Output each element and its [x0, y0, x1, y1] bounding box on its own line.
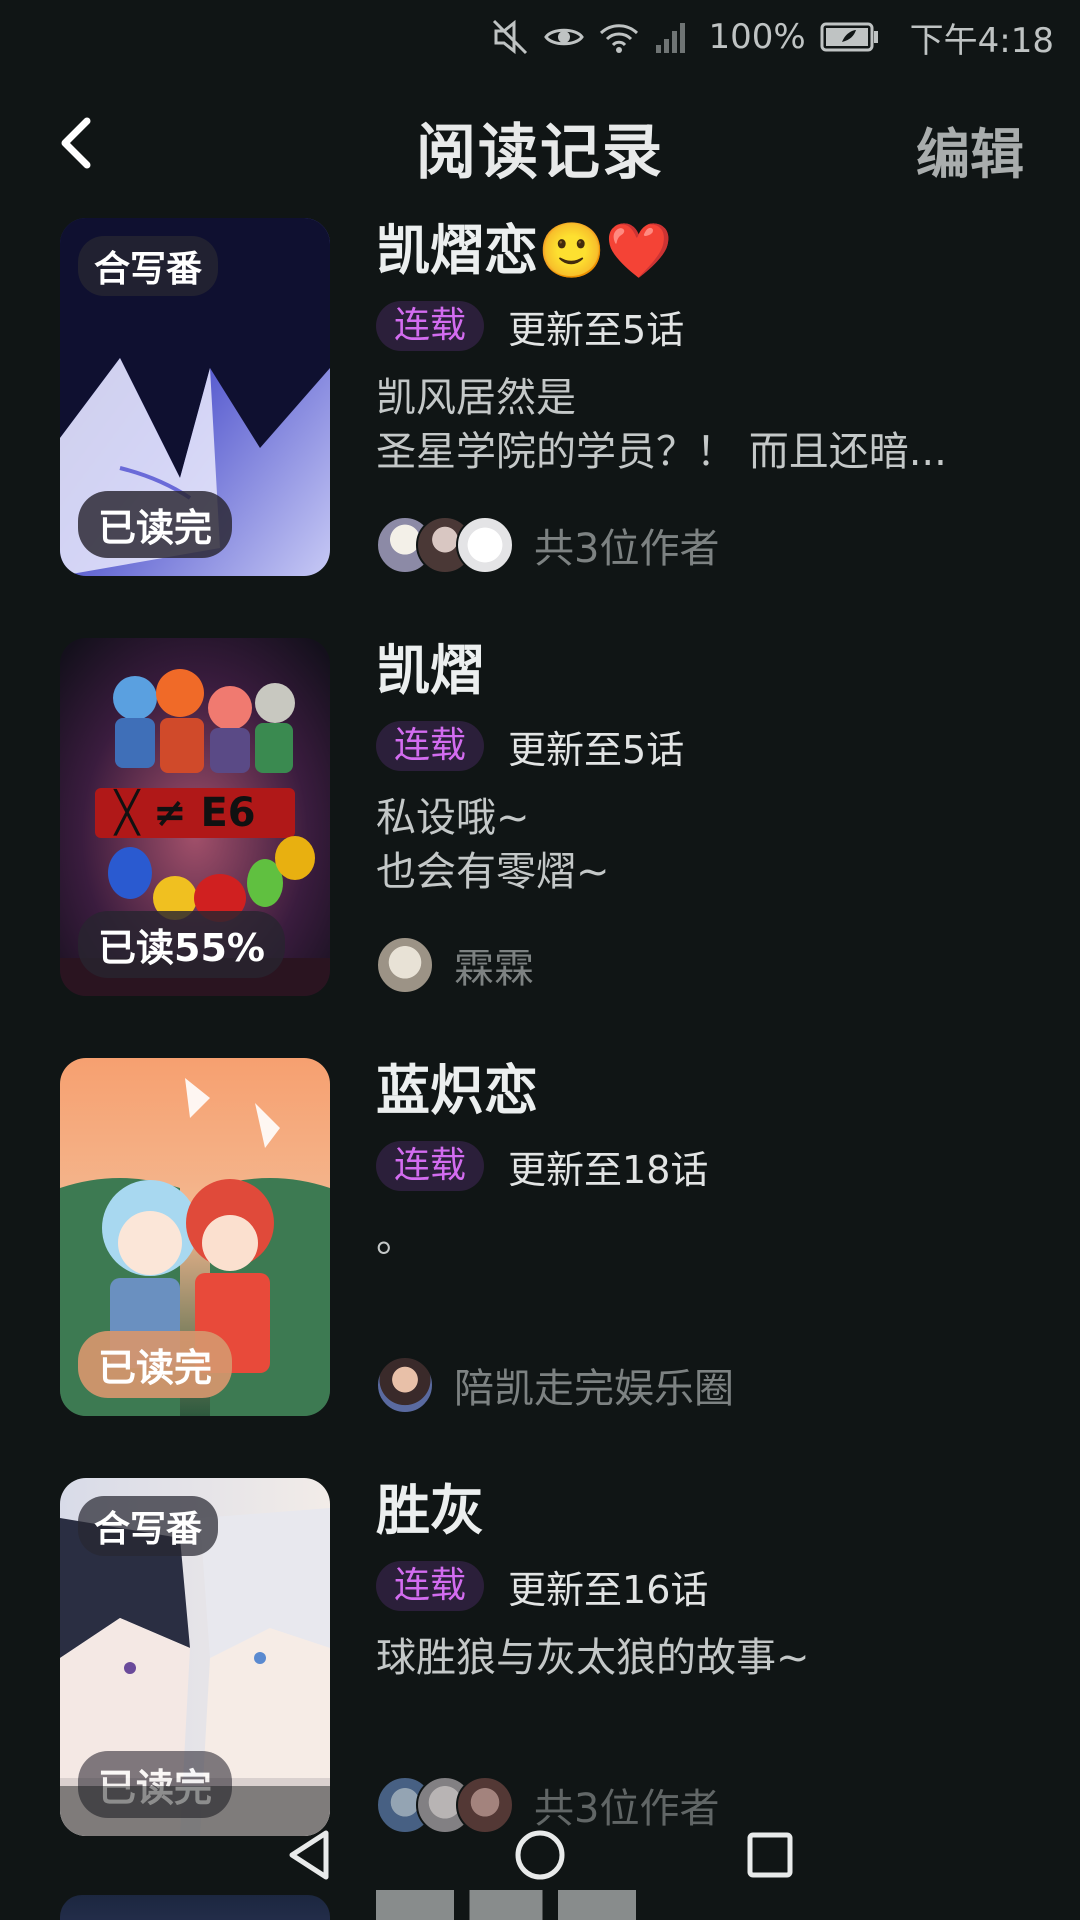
read-progress-badge: 已读55%	[78, 911, 285, 978]
item-info: 凯熠恋🙂❤️ 连载 更新至5话 凯风居然是 圣星学院的学员？！ 而且还暗... …	[376, 215, 1040, 574]
signal-icon	[654, 17, 690, 57]
author-label: 陪凯走完娱乐圈	[454, 1366, 734, 1412]
author-label: 共3位作者	[534, 526, 720, 572]
battery-icon	[820, 20, 880, 54]
author-avatars	[376, 936, 434, 994]
comic-description: 私设哦~ 也会有零熠~	[376, 791, 1040, 899]
item-meta: 连载 更新至5话	[376, 301, 1040, 352]
description-line: 也会有零熠~	[376, 849, 610, 895]
item-meta: 连载 更新至16话	[376, 1561, 1040, 1612]
cover-image[interactable]: 已读完	[60, 1058, 330, 1416]
comic-title: 凯熠	[376, 639, 484, 702]
description-line: 。	[376, 1215, 416, 1261]
triangle-back-icon	[289, 1830, 329, 1880]
comic-title: 胜灰	[376, 1479, 484, 1542]
comic-description: 。	[376, 1211, 1040, 1319]
collab-tag: 合写番	[78, 1496, 219, 1556]
comic-title: 蓝炽恋	[376, 1059, 538, 1122]
author-label: 霖霖	[454, 946, 534, 992]
avatar	[456, 516, 514, 574]
serial-status-badge: 连载	[376, 1141, 485, 1191]
update-progress: 更新至16话	[508, 1567, 709, 1612]
wifi-icon	[598, 17, 640, 57]
list-item[interactable]: 已读完 蓝炽恋 连载 更新至18话 。 陪凯走完娱乐圈	[0, 1055, 1080, 1475]
item-info: 凯熠 连载 更新至5话 私设哦~ 也会有零熠~ 霖霖	[376, 635, 1040, 994]
edit-button[interactable]: 编辑	[916, 110, 1024, 189]
list-item[interactable]: ╳ ≠ E6 已读55% 凯熠 连载 更新至5话 私设哦~ 也会有零熠~ 霖霖	[0, 635, 1080, 1055]
comic-title: 凯熠恋🙂❤️	[376, 219, 673, 282]
list-item[interactable]: 合写番 已读完 凯熠恋🙂❤️ 连载 更新至5话 凯风居然是 圣星学院的学员？！ …	[0, 215, 1080, 635]
system-nav-bar	[0, 1800, 1080, 1910]
item-info: 胜灰 连载 更新至16话 球胜狼与灰太狼的故事~ 共3位作者	[376, 1475, 1040, 1834]
cover-image[interactable]: ╳ ≠ E6 已读55%	[60, 638, 330, 996]
status-bar: 100% 下午4:18	[0, 0, 1080, 74]
nav-recents-button[interactable]	[730, 1815, 810, 1895]
authors-row[interactable]: 陪凯走完娱乐圈	[376, 1355, 734, 1415]
battery-percent: 100%	[708, 17, 806, 57]
avatar	[376, 936, 434, 994]
update-progress: 更新至5话	[508, 727, 685, 772]
authors-row[interactable]: 共3位作者	[376, 515, 719, 575]
comic-description: 球胜狼与灰太狼的故事~	[376, 1631, 1040, 1739]
cover-image[interactable]: 合写番 已读完	[60, 1478, 330, 1836]
clock: 下午4:18	[909, 20, 1054, 61]
eye-icon	[544, 17, 585, 57]
header: 阅读记录 编辑	[0, 82, 1080, 202]
item-meta: 连载 更新至5话	[376, 721, 1040, 772]
update-progress: 更新至5话	[508, 307, 685, 352]
description-line: 球胜狼与灰太狼的故事~	[376, 1635, 810, 1681]
serial-status-badge: 连载	[376, 1561, 485, 1611]
reading-history-list: 合写番 已读完 凯熠恋🙂❤️ 连载 更新至5话 凯风居然是 圣星学院的学员？！ …	[0, 215, 1080, 1895]
circle-home-icon	[515, 1830, 565, 1880]
svg-text:╳ ≠ E6: ╳ ≠ E6	[113, 788, 256, 836]
comic-description: 凯风居然是 圣星学院的学员？！ 而且还暗...	[376, 371, 1040, 479]
update-progress: 更新至18话	[508, 1147, 709, 1192]
read-progress-badge: 已读完	[78, 1331, 233, 1398]
screen: 100% 下午4:18 阅读记录 编辑 合写番 已读完 凯熠恋🙂❤️ 连载 更新…	[0, 0, 1080, 1920]
description-line: 凯风居然是	[376, 375, 576, 421]
serial-status-badge: 连载	[376, 301, 485, 351]
cover-image[interactable]: 合写番 已读完	[60, 218, 330, 576]
nav-home-button[interactable]	[500, 1815, 580, 1895]
collab-tag: 合写番	[78, 236, 219, 296]
square-recents-icon	[747, 1832, 793, 1878]
mute-icon	[490, 17, 530, 57]
serial-status-badge: 连载	[376, 721, 485, 771]
author-avatars	[376, 516, 514, 574]
item-meta: 连载 更新至18话	[376, 1141, 1040, 1192]
author-avatars	[376, 1356, 434, 1414]
nav-back-button[interactable]	[270, 1815, 350, 1895]
read-progress-badge: 已读完	[78, 491, 233, 558]
description-line: 圣星学院的学员？！ 而且还暗...	[376, 429, 947, 475]
item-info: 蓝炽恋 连载 更新至18话 。 陪凯走完娱乐圈	[376, 1055, 1040, 1414]
authors-row[interactable]: 霖霖	[376, 935, 534, 995]
avatar	[376, 1356, 434, 1414]
description-line: 私设哦~	[376, 795, 530, 841]
